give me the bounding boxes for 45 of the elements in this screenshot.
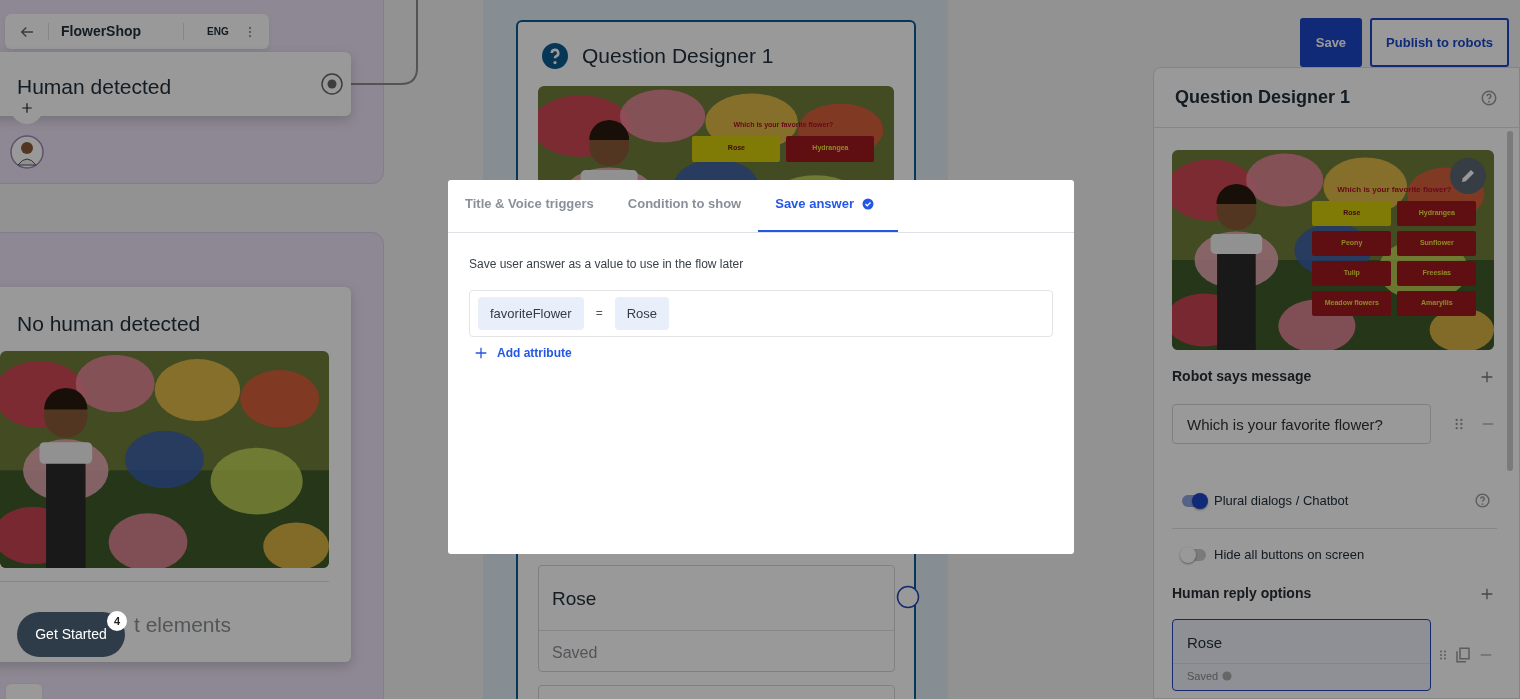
- check-icon: [1222, 670, 1233, 681]
- node-title: Question Designer 1: [582, 43, 774, 69]
- node-title: No human detected: [17, 311, 201, 337]
- reply-label: Rose: [551, 587, 598, 611]
- toggle-label: Hide all buttons on screen: [1214, 546, 1365, 565]
- radio-target-icon[interactable]: [320, 72, 344, 96]
- toggle-switch[interactable]: [1182, 549, 1206, 561]
- node-text: t elements: [134, 612, 231, 638]
- reply-card[interactable]: Rose Saved: [538, 565, 895, 672]
- section-heading: Robot says message: [1172, 367, 1312, 386]
- copy-icon[interactable]: [1454, 646, 1472, 664]
- connector-port-icon[interactable]: [896, 585, 920, 609]
- reply-label: Rose: [1186, 633, 1224, 653]
- save-button[interactable]: Save: [1299, 18, 1363, 67]
- check-circle-icon: [862, 197, 874, 210]
- value-chip[interactable]: Rose: [614, 296, 669, 330]
- plus-icon: [473, 345, 489, 361]
- reply-field[interactable]: Rose Saved: [1172, 619, 1431, 691]
- panel-title: Question Designer 1: [1175, 86, 1351, 109]
- toggle-label: Plural dialogs / Chatbot: [1214, 491, 1349, 510]
- language-label[interactable]: ENG: [207, 24, 229, 39]
- attribute-chip[interactable]: favoriteFlower: [478, 296, 584, 330]
- section-heading: Human reply options: [1172, 584, 1312, 603]
- status-text: Saved: [1187, 668, 1219, 684]
- project-name: FlowerShop: [61, 22, 143, 41]
- tab[interactable]: Title & Voice triggers: [448, 180, 611, 232]
- scrollbar[interactable]: [1507, 131, 1513, 471]
- tab[interactable]: Save answer: [758, 180, 898, 232]
- pencil-icon: [1459, 167, 1477, 185]
- toggle-switch[interactable]: [1182, 494, 1206, 507]
- drag-handle-icon[interactable]: [1437, 649, 1449, 661]
- description-text: Save user answer as a value to use in the flow later: [469, 255, 745, 273]
- plus-icon: [20, 101, 34, 115]
- help-icon[interactable]: [1480, 88, 1498, 107]
- tab[interactable]: Condition to show: [610, 180, 759, 232]
- trigger-node[interactable]: Human detected: [0, 52, 351, 116]
- message-field[interactable]: Which is your favorite flower?: [1172, 404, 1431, 444]
- help-icon: [542, 42, 568, 69]
- publish-button[interactable]: Publish to robots: [1370, 18, 1509, 67]
- operator-text: =: [595, 305, 603, 323]
- avatar-icon[interactable]: [10, 135, 44, 169]
- node-title: Human detected: [17, 74, 172, 100]
- add-attribute-link[interactable]: Add attribute: [469, 344, 576, 362]
- help-icon[interactable]: [1474, 492, 1491, 509]
- status-text: Saved: [551, 642, 599, 663]
